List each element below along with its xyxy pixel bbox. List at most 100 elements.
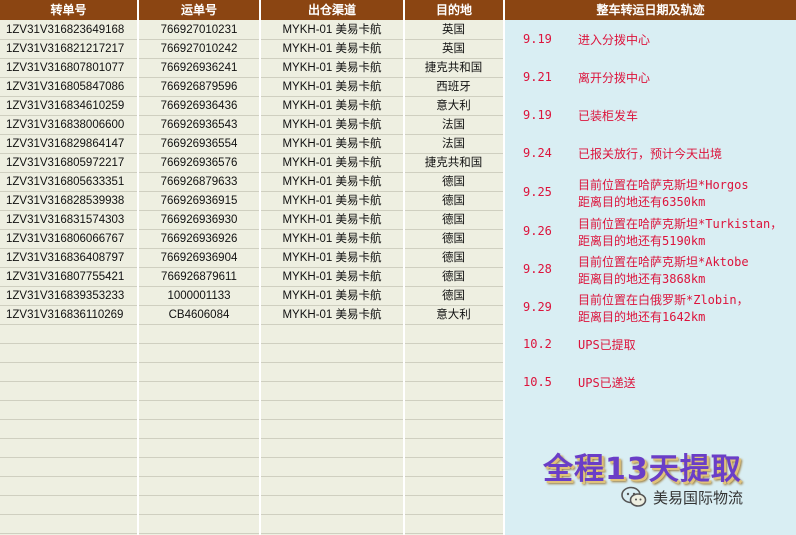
waybill-no-cell[interactable]: 766926936241 bbox=[139, 59, 259, 78]
spreadsheet-table: 转单号 运单号 出仓渠道 目的地 1ZV31V316823649168 76692… bbox=[0, 0, 503, 535]
event-date: 9.24 bbox=[523, 146, 552, 160]
event-line: 距离目的地还有3868km bbox=[578, 272, 706, 286]
event-line: 目前位置在哈萨克斯坦*Horgos bbox=[578, 178, 749, 192]
column-divider bbox=[259, 0, 261, 535]
destination-cell[interactable]: 意大利 bbox=[405, 306, 502, 325]
table-header-row: 转单号 运单号 出仓渠道 目的地 bbox=[0, 0, 503, 20]
transfer-no-cell[interactable]: 1ZV31V316839353233 bbox=[6, 287, 134, 306]
destination-cell[interactable]: 德国 bbox=[405, 249, 502, 268]
event-date: 10.5 bbox=[523, 375, 552, 389]
channel-cell[interactable]: MYKH-01 美易卡航 bbox=[262, 287, 402, 306]
channel-cell[interactable]: MYKH-01 美易卡航 bbox=[262, 154, 402, 173]
row-divider bbox=[0, 381, 503, 382]
waybill-no-cell[interactable]: 1000001133 bbox=[139, 287, 259, 306]
destination-cell[interactable]: 英国 bbox=[405, 21, 502, 40]
row-divider bbox=[0, 533, 503, 534]
waybill-no-cell[interactable]: CB4606084 bbox=[139, 306, 259, 325]
channel-cell[interactable]: MYKH-01 美易卡航 bbox=[262, 230, 402, 249]
waybill-no-cell[interactable]: 766926936436 bbox=[139, 97, 259, 116]
event-description: 目前位置在白俄罗斯*Zlobin， 距离目的地还有1642km bbox=[578, 292, 794, 326]
transfer-no-cell[interactable]: 1ZV31V316806066767 bbox=[6, 230, 134, 249]
event-date: 10.2 bbox=[523, 337, 552, 351]
event-line: 目前位置在哈萨克斯坦*Aktobe bbox=[578, 255, 749, 269]
destination-cell[interactable]: 德国 bbox=[405, 173, 502, 192]
channel-cell[interactable]: MYKH-01 美易卡航 bbox=[262, 211, 402, 230]
destination-cell[interactable]: 德国 bbox=[405, 287, 502, 306]
destination-cell[interactable]: 西班牙 bbox=[405, 78, 502, 97]
transfer-no-cell[interactable]: 1ZV31V316805633351 bbox=[6, 173, 134, 192]
transfer-no-cell[interactable]: 1ZV31V316829864147 bbox=[6, 135, 134, 154]
row-divider bbox=[0, 438, 503, 439]
channel-cell[interactable]: MYKH-01 美易卡航 bbox=[262, 21, 402, 40]
channel-cell[interactable]: MYKH-01 美易卡航 bbox=[262, 192, 402, 211]
destination-cell[interactable]: 意大利 bbox=[405, 97, 502, 116]
destination-cell[interactable]: 德国 bbox=[405, 211, 502, 230]
transfer-no-cell[interactable]: 1ZV31V316836408797 bbox=[6, 249, 134, 268]
channel-cell[interactable]: MYKH-01 美易卡航 bbox=[262, 116, 402, 135]
destination-cell[interactable]: 英国 bbox=[405, 40, 502, 59]
waybill-no-cell[interactable]: 766926879633 bbox=[139, 173, 259, 192]
channel-cell[interactable]: MYKH-01 美易卡航 bbox=[262, 173, 402, 192]
waybill-no-cell[interactable]: 766926936926 bbox=[139, 230, 259, 249]
destination-cell[interactable]: 德国 bbox=[405, 230, 502, 249]
transfer-no-cell[interactable]: 1ZV31V316828539938 bbox=[6, 192, 134, 211]
tracking-header[interactable]: 整车转运日期及轨迹 bbox=[505, 0, 796, 20]
waybill-no-cell[interactable]: 766926936915 bbox=[139, 192, 259, 211]
destination-cell[interactable]: 捷克共和国 bbox=[405, 154, 502, 173]
channel-cell[interactable]: MYKH-01 美易卡航 bbox=[262, 40, 402, 59]
transfer-no-cell[interactable]: 1ZV31V316821217217 bbox=[6, 40, 134, 59]
header-destination[interactable]: 目的地 bbox=[405, 0, 503, 20]
channel-cell[interactable]: MYKH-01 美易卡航 bbox=[262, 78, 402, 97]
transfer-no-cell[interactable]: 1ZV31V316807755421 bbox=[6, 268, 134, 287]
event-line: 目前位置在哈萨克斯坦*Turkistan， bbox=[578, 217, 783, 231]
waybill-no-cell[interactable]: 766926936543 bbox=[139, 116, 259, 135]
transfer-no-cell[interactable]: 1ZV31V316834610259 bbox=[6, 97, 134, 116]
waybill-no-cell[interactable]: 766926936930 bbox=[139, 211, 259, 230]
event-date: 9.26 bbox=[523, 224, 552, 238]
transfer-no-cell[interactable]: 1ZV31V316823649168 bbox=[6, 21, 134, 40]
channel-cell[interactable]: MYKH-01 美易卡航 bbox=[262, 135, 402, 154]
total-days-banner: 全程13天提取 bbox=[543, 444, 742, 488]
waybill-no-cell[interactable]: 766926936554 bbox=[139, 135, 259, 154]
waybill-no-cell[interactable]: 766926879596 bbox=[139, 78, 259, 97]
banner-suffix: 天提取 bbox=[648, 452, 742, 487]
destination-cell[interactable]: 法国 bbox=[405, 116, 502, 135]
transfer-no-cell[interactable]: 1ZV31V316805972217 bbox=[6, 154, 134, 173]
channel-cell[interactable]: MYKH-01 美易卡航 bbox=[262, 249, 402, 268]
waybill-no-cell[interactable]: 766926936576 bbox=[139, 154, 259, 173]
transfer-no-cell[interactable]: 1ZV31V316805847086 bbox=[6, 78, 134, 97]
banner-days: 13 bbox=[605, 452, 649, 487]
header-transfer-no[interactable]: 转单号 bbox=[0, 0, 137, 20]
channel-cell[interactable]: MYKH-01 美易卡航 bbox=[262, 306, 402, 325]
row-divider bbox=[0, 400, 503, 401]
wechat-watermark: 美易国际物流 bbox=[621, 486, 743, 508]
waybill-no-cell[interactable]: 766927010242 bbox=[139, 40, 259, 59]
header-waybill-no[interactable]: 运单号 bbox=[139, 0, 259, 20]
event-line: 距离目的地还有6350km bbox=[578, 195, 706, 209]
header-channel[interactable]: 出仓渠道 bbox=[261, 0, 403, 20]
waybill-no-cell[interactable]: 766926879611 bbox=[139, 268, 259, 287]
event-description: 目前位置在哈萨克斯坦*Horgos 距离目的地还有6350km bbox=[578, 177, 794, 211]
waybill-no-cell[interactable]: 766927010231 bbox=[139, 21, 259, 40]
transfer-no-cell[interactable]: 1ZV31V316831574303 bbox=[6, 211, 134, 230]
event-line: 进入分拨中心 bbox=[578, 33, 651, 47]
waybill-no-cell[interactable]: 766926936904 bbox=[139, 249, 259, 268]
transfer-no-cell[interactable]: 1ZV31V316836110269 bbox=[6, 306, 134, 325]
channel-cell[interactable]: MYKH-01 美易卡航 bbox=[262, 59, 402, 78]
event-line: 已装柜发车 bbox=[578, 109, 639, 123]
channel-cell[interactable]: MYKH-01 美易卡航 bbox=[262, 268, 402, 287]
channel-cell[interactable]: MYKH-01 美易卡航 bbox=[262, 97, 402, 116]
row-divider bbox=[0, 343, 503, 344]
wechat-icon bbox=[621, 486, 647, 508]
event-line: UPS已递送 bbox=[578, 376, 636, 390]
column-divider bbox=[137, 0, 139, 535]
destination-cell[interactable]: 德国 bbox=[405, 192, 502, 211]
transfer-no-cell[interactable]: 1ZV31V316838006600 bbox=[6, 116, 134, 135]
destination-cell[interactable]: 法国 bbox=[405, 135, 502, 154]
transfer-no-cell[interactable]: 1ZV31V316807801077 bbox=[6, 59, 134, 78]
event-line: 距离目的地还有5190km bbox=[578, 234, 706, 248]
destination-cell[interactable]: 捷克共和国 bbox=[405, 59, 502, 78]
row-divider bbox=[0, 419, 503, 420]
row-divider bbox=[0, 476, 503, 477]
destination-cell[interactable]: 德国 bbox=[405, 268, 502, 287]
